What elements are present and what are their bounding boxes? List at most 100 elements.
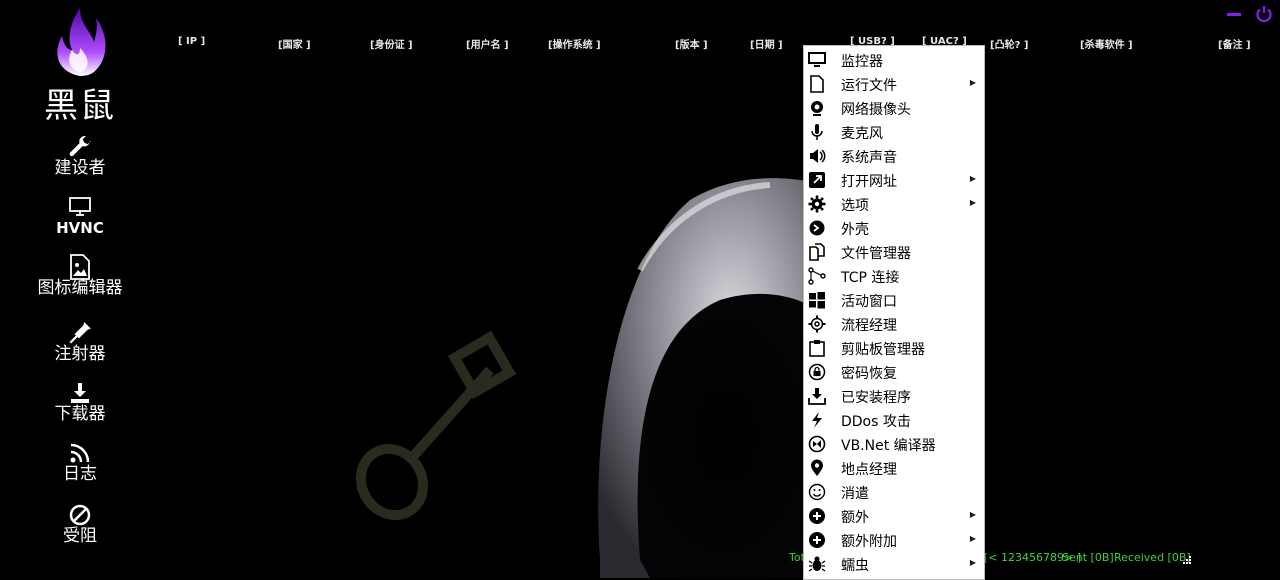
menu-item-label: 文件管理器 xyxy=(841,246,911,262)
sidebar-item-label: 注射器 xyxy=(54,344,106,364)
menu-item-label: 蠕虫 xyxy=(841,558,869,574)
power-button[interactable] xyxy=(1255,5,1273,27)
sidebar: 黑鼠 建设者 HVNC 图标编辑器 注射器 下载器 日志 受阻 xyxy=(0,0,160,578)
menu-item-label: 已安装程序 xyxy=(841,390,911,406)
lock-icon xyxy=(808,363,826,381)
menu-item-label: 剪贴板管理器 xyxy=(841,342,925,358)
menu-item-process-manager[interactable]: 流程经理 xyxy=(804,312,984,336)
menu-item-label: 额外 xyxy=(841,510,869,526)
menu-item-system-sound[interactable]: 系统声音 xyxy=(804,144,984,168)
clipboard-icon xyxy=(809,340,825,357)
sidebar-item-label: HVNC xyxy=(56,219,104,237)
webcam-icon xyxy=(811,101,823,116)
menu-item-file-manager[interactable]: 文件管理器 xyxy=(804,240,984,264)
sidebar-item-label: 建设者 xyxy=(54,158,106,178)
menu-item-password-recovery[interactable]: 密码恢复 xyxy=(804,360,984,384)
menu-item-webcam[interactable]: 网络摄像头 xyxy=(804,96,984,120)
menu-item-run-file[interactable]: 运行文件 ▶ xyxy=(804,72,984,96)
image-file-icon xyxy=(70,254,90,280)
column-header-os[interactable]: [操作系统 ] xyxy=(548,36,601,51)
monitor-icon xyxy=(808,52,826,67)
menu-item-extra-addons[interactable]: 额外附加 ▶ xyxy=(804,528,984,552)
submenu-arrow-icon: ▶ xyxy=(969,558,976,567)
submenu-arrow-icon: ▶ xyxy=(969,198,976,207)
menu-item-vbnet-compiler[interactable]: VB.Net 编译器 xyxy=(804,432,984,456)
blocked-icon xyxy=(69,504,91,526)
menu-item-location-manager[interactable]: 地点经理 xyxy=(804,456,984,480)
menu-item-label: 网络摄像头 xyxy=(841,102,911,118)
lightning-icon xyxy=(812,412,822,428)
network-nodes-icon xyxy=(808,267,826,285)
sidebar-item-label: 下载器 xyxy=(54,404,106,424)
column-header-date[interactable]: [日期 ] xyxy=(750,36,783,51)
app-name: 黑鼠 xyxy=(44,86,116,126)
menu-item-label: 活动窗口 xyxy=(841,294,897,310)
submenu-arrow-icon: ▶ xyxy=(969,534,976,543)
sidebar-item-injector[interactable]: 注射器 xyxy=(0,320,160,364)
resize-grip-icon[interactable] xyxy=(1182,555,1192,565)
minimize-button[interactable] xyxy=(1226,6,1242,26)
power-icon xyxy=(1256,6,1272,23)
speaker-icon xyxy=(810,149,826,163)
menu-item-microphone[interactable]: 麦克风 xyxy=(804,120,984,144)
menu-item-extra[interactable]: 额外 ▶ xyxy=(804,504,984,528)
monitor-icon xyxy=(69,197,91,216)
install-icon xyxy=(808,388,826,405)
menu-item-label: 流程经理 xyxy=(841,318,897,334)
menu-item-label: DDos 攻击 xyxy=(841,414,911,430)
column-header-country[interactable]: [国家 ] xyxy=(278,36,311,51)
sidebar-item-label: 受阻 xyxy=(63,526,97,546)
column-header-ip[interactable]: [ IP ] xyxy=(178,36,205,47)
menu-item-label: TCP 连接 xyxy=(841,270,900,286)
sidebar-item-logs[interactable]: 日志 xyxy=(0,440,160,484)
menu-item-shell[interactable]: 外壳 xyxy=(804,216,984,240)
column-header-username[interactable]: [用户名 ] xyxy=(466,36,509,51)
menu-item-ddos-attack[interactable]: DDos 攻击 xyxy=(804,408,984,432)
hooded-figure-background xyxy=(355,178,840,578)
sidebar-item-builder[interactable]: 建设者 xyxy=(0,134,160,178)
sidebar-item-downloader[interactable]: 下载器 xyxy=(0,380,160,424)
sidebar-item-blocked[interactable]: 受阻 xyxy=(0,502,160,546)
menu-item-installed-programs[interactable]: 已安装程序 xyxy=(804,384,984,408)
column-header-cam[interactable]: [凸轮? ] xyxy=(990,36,1028,51)
menu-item-label: 运行文件 xyxy=(841,78,897,94)
menu-item-tcp-connections[interactable]: TCP 连接 xyxy=(804,264,984,288)
menu-item-options[interactable]: 选项 ▶ xyxy=(804,192,984,216)
download-icon xyxy=(71,383,89,403)
rss-icon xyxy=(70,443,90,463)
menu-item-label: 选项 xyxy=(841,198,869,214)
menu-item-label: 麦克风 xyxy=(841,126,883,142)
column-header-id[interactable]: [身份证 ] xyxy=(370,36,413,51)
sidebar-item-hvnc[interactable]: HVNC xyxy=(0,194,160,238)
gear-icon xyxy=(808,195,826,213)
syringe-icon xyxy=(69,322,91,344)
menu-item-label: 外壳 xyxy=(841,222,869,238)
menu-item-monitor[interactable]: 监控器 xyxy=(804,48,984,72)
status-sent: Sent [0B] xyxy=(1062,551,1114,564)
menu-item-label: VB.Net 编译器 xyxy=(841,438,936,454)
sidebar-item-icon-editor[interactable]: 图标编辑器 xyxy=(0,254,160,298)
menu-item-label: 地点经理 xyxy=(841,462,897,478)
column-header-notes[interactable]: [备注 ] xyxy=(1218,36,1251,51)
smiley-icon xyxy=(808,483,826,501)
menu-item-open-url[interactable]: 打开网址 ▶ xyxy=(804,168,984,192)
submenu-arrow-icon: ▶ xyxy=(969,174,976,183)
menu-item-label: 打开网址 xyxy=(841,174,897,190)
menu-item-label: 监控器 xyxy=(841,54,883,70)
status-received: Received [0B] xyxy=(1114,551,1191,564)
menu-item-clipboard-manager[interactable]: 剪贴板管理器 xyxy=(804,336,984,360)
submenu-arrow-icon: ▶ xyxy=(969,510,976,519)
app-logo: 黑鼠 xyxy=(40,6,120,126)
visual-studio-icon xyxy=(808,435,826,453)
plus-circle-icon xyxy=(809,508,825,524)
menu-item-fun[interactable]: 消遣 xyxy=(804,480,984,504)
menu-item-label: 消遣 xyxy=(841,486,869,502)
map-pin-icon xyxy=(811,459,823,476)
file-icon xyxy=(810,75,824,93)
column-header-version[interactable]: [版本 ] xyxy=(675,36,708,51)
menu-item-active-windows[interactable]: 活动窗口 xyxy=(804,288,984,312)
column-header-antivirus[interactable]: [杀毒软件 ] xyxy=(1080,36,1133,51)
menu-item-worm[interactable]: 蠕虫 ▶ xyxy=(804,552,984,576)
wrench-icon xyxy=(69,136,91,157)
sidebar-item-label: 图标编辑器 xyxy=(37,278,123,298)
